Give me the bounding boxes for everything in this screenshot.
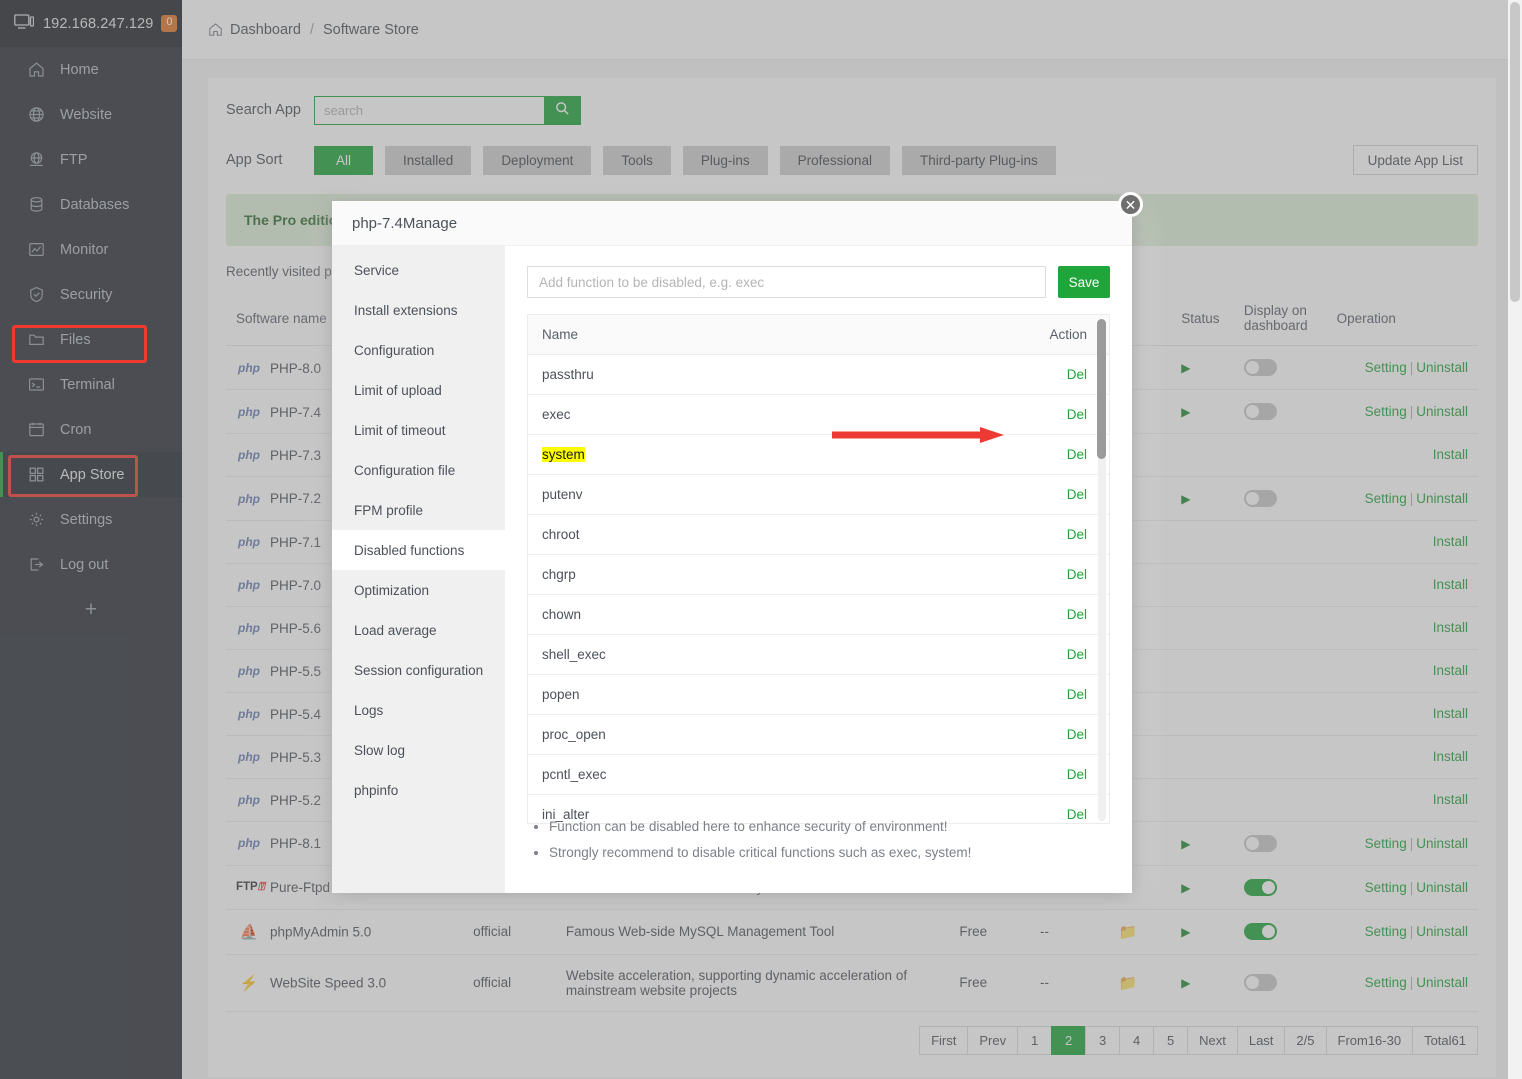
cell-function-name: chown (528, 595, 999, 635)
column-function-action: Action (999, 315, 1109, 355)
function-row: passthru Del (528, 355, 1109, 395)
modal-nav-item-configuration-file[interactable]: Configuration file (332, 450, 505, 490)
cell-function-action: Del (999, 675, 1109, 715)
modal-title: php-7.4Manage (332, 201, 1132, 246)
cell-function-name: popen (528, 675, 999, 715)
modal-nav-item-disabled-functions[interactable]: Disabled functions (332, 530, 505, 570)
delete-function-link[interactable]: Del (1067, 447, 1087, 462)
disabled-functions-table-wrap: Name Action passthruDelexecDelsystemDelp… (527, 314, 1110, 824)
function-name: exec (542, 407, 571, 422)
function-row: chown Del (528, 595, 1109, 635)
function-row: system Del (528, 435, 1109, 475)
modal-body: Service Install extensions Configuration… (332, 246, 1132, 893)
add-function-input[interactable] (527, 266, 1046, 298)
function-name: chgrp (542, 567, 576, 582)
cell-function-action: Del (999, 475, 1109, 515)
cell-function-action: Del (999, 715, 1109, 755)
modal-nav: Service Install extensions Configuration… (332, 246, 505, 893)
delete-function-link[interactable]: Del (1067, 767, 1087, 782)
php-manage-modal: php-7.4Manage Service Install extensions… (332, 201, 1132, 893)
cell-function-action: Del (999, 395, 1109, 435)
delete-function-link[interactable]: Del (1067, 567, 1087, 582)
function-name: proc_open (542, 727, 606, 742)
modal-nav-item-session-configuration[interactable]: Session configuration (332, 650, 505, 690)
cell-function-action: Del (999, 515, 1109, 555)
delete-function-link[interactable]: Del (1067, 487, 1087, 502)
function-name: popen (542, 687, 580, 702)
modal-note-2: Strongly recommend to disable critical f… (549, 845, 1132, 860)
cell-function-name: proc_open (528, 715, 999, 755)
modal-nav-item-limit-of-upload[interactable]: Limit of upload (332, 370, 505, 410)
cell-function-name: pcntl_exec (528, 755, 999, 795)
modal-note-1: Function can be disabled here to enhance… (549, 819, 1132, 834)
delete-function-link[interactable]: Del (1067, 727, 1087, 742)
function-name: shell_exec (542, 647, 606, 662)
modal-notes: Function can be disabled here to enhance… (527, 819, 1132, 871)
function-row: pcntl_exec Del (528, 755, 1109, 795)
function-name-highlighted: system (542, 447, 585, 462)
cell-function-name: shell_exec (528, 635, 999, 675)
column-function-name: Name (528, 315, 999, 355)
modal-nav-item-optimization[interactable]: Optimization (332, 570, 505, 610)
modal-nav-item-install-extensions[interactable]: Install extensions (332, 290, 505, 330)
delete-function-link[interactable]: Del (1067, 367, 1087, 382)
modal-nav-item-logs[interactable]: Logs (332, 690, 505, 730)
modal-nav-item-limit-of-timeout[interactable]: Limit of timeout (332, 410, 505, 450)
delete-function-link[interactable]: Del (1067, 607, 1087, 622)
function-name: passthru (542, 367, 594, 382)
cell-function-action: Del (999, 555, 1109, 595)
cell-function-action: Del (999, 755, 1109, 795)
cell-function-action: Del (999, 355, 1109, 395)
cell-function-name: putenv (528, 475, 999, 515)
function-row: shell_exec Del (528, 635, 1109, 675)
function-name: chown (542, 607, 581, 622)
page-scroll-thumb[interactable] (1510, 2, 1520, 302)
modal-pane: Save Name Action passthruDelexecDelsyste… (505, 246, 1132, 893)
functions-scroll-thumb[interactable] (1097, 319, 1106, 459)
add-function-row: Save (527, 266, 1110, 298)
modal-nav-item-fpm-profile[interactable]: FPM profile (332, 490, 505, 530)
cell-function-action: Del (999, 595, 1109, 635)
delete-function-link[interactable]: Del (1067, 527, 1087, 542)
modal-nav-item-service[interactable]: Service (332, 250, 505, 290)
cell-function-name: passthru (528, 355, 999, 395)
modal-nav-item-phpinfo[interactable]: phpinfo (332, 770, 505, 810)
modal-nav-item-configuration[interactable]: Configuration (332, 330, 505, 370)
cell-function-name: chroot (528, 515, 999, 555)
page-scrollbar[interactable] (1508, 0, 1522, 1079)
modal-nav-item-load-average[interactable]: Load average (332, 610, 505, 650)
function-row: putenv Del (528, 475, 1109, 515)
function-name: putenv (542, 487, 583, 502)
cell-function-action: Del (999, 635, 1109, 675)
functions-header-row: Name Action (528, 315, 1109, 355)
function-row: chgrp Del (528, 555, 1109, 595)
function-row: exec Del (528, 395, 1109, 435)
function-name: pcntl_exec (542, 767, 607, 782)
function-row: popen Del (528, 675, 1109, 715)
functions-table-body: passthruDelexecDelsystemDelputenvDelchro… (528, 355, 1109, 825)
cell-function-action: Del (999, 435, 1109, 475)
save-button[interactable]: Save (1058, 266, 1110, 298)
delete-function-link[interactable]: Del (1067, 687, 1087, 702)
cell-function-name: chgrp (528, 555, 999, 595)
delete-function-link[interactable]: Del (1067, 647, 1087, 662)
red-arrow-annotation (832, 425, 1012, 445)
function-row: proc_open Del (528, 715, 1109, 755)
close-icon[interactable]: ✕ (1118, 192, 1143, 217)
delete-function-link[interactable]: Del (1067, 407, 1087, 422)
disabled-functions-table: Name Action passthruDelexecDelsystemDelp… (528, 315, 1109, 824)
modal-nav-item-slow-log[interactable]: Slow log (332, 730, 505, 770)
function-row: chroot Del (528, 515, 1109, 555)
function-name: chroot (542, 527, 580, 542)
